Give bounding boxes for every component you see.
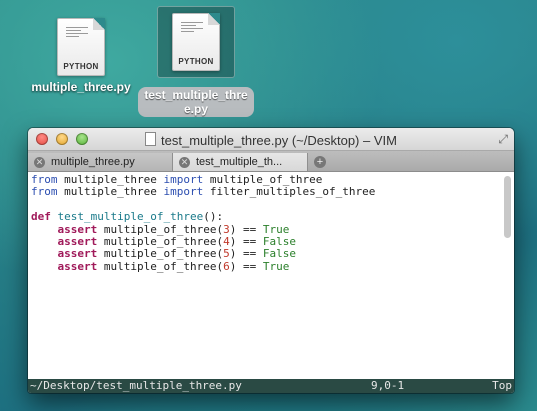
code-line-4: def test_multiple_of_three(): xyxy=(31,210,224,224)
code-line-1: from multiple_three import multiple_of_t… xyxy=(31,173,323,186)
desktop-file-label: multiple_three.py xyxy=(31,80,131,94)
document-icon xyxy=(145,132,157,146)
status-file-path: ~/Desktop/test_multiple_three.py xyxy=(30,379,242,392)
status-cursor-position: 9,0-1 xyxy=(371,379,405,392)
status-line: ~/Desktop/test_multiple_three.py 9,0-1 T… xyxy=(28,379,514,393)
file-type-label: PYTHON xyxy=(178,57,214,66)
code-line-6: assert multiple_of_three(4) == False xyxy=(57,235,296,249)
tab-label: test_multiple_th... xyxy=(196,156,283,168)
code-line-2: from multiple_three import filter_multip… xyxy=(31,185,376,199)
code-line-8: assert multiple_of_three(6) == True xyxy=(57,259,290,273)
tab-close-icon[interactable]: ✕ xyxy=(34,156,45,168)
status-scroll-position: Top xyxy=(492,379,512,392)
tab-multiple-three[interactable]: ✕ multiple_three.py xyxy=(28,153,173,171)
vertical-scrollbar[interactable] xyxy=(504,176,511,238)
file-type-label: PYTHON xyxy=(63,62,99,71)
desktop-file-multiple-three[interactable]: PYTHON multiple_three.py xyxy=(16,18,146,94)
python-file-icon: PYTHON xyxy=(172,13,220,71)
editor-area[interactable]: from multiple_three import multiple_of_t… xyxy=(28,172,514,372)
window-title: test_multiple_three.py (~/Desktop) – VIM xyxy=(28,132,514,148)
code-buffer: from multiple_three import multiple_of_t… xyxy=(28,172,514,273)
title-bar[interactable]: test_multiple_three.py (~/Desktop) – VIM… xyxy=(28,128,514,151)
fullscreen-icon[interactable]: ⤢ xyxy=(498,132,508,147)
tab-label: multiple_three.py xyxy=(51,156,135,168)
desktop-file-label: test_multiple_three.py xyxy=(138,87,254,117)
tab-bar: ✕ multiple_three.py ✕ test_multiple_th..… xyxy=(28,151,514,172)
tab-close-icon[interactable]: ✕ xyxy=(179,156,190,168)
python-file-icon: PYTHON xyxy=(57,18,105,76)
add-tab-icon[interactable]: + xyxy=(314,156,326,168)
desktop-file-test-multiple-three[interactable]: PYTHON test_multiple_three.py xyxy=(131,6,261,118)
tab-test-multiple-three[interactable]: ✕ test_multiple_th... xyxy=(173,153,308,171)
code-line-5: assert multiple_of_three(3) == True xyxy=(57,222,290,236)
code-line-7: assert multiple_of_three(5) == False xyxy=(57,247,296,261)
vim-window[interactable]: test_multiple_three.py (~/Desktop) – VIM… xyxy=(28,128,514,393)
